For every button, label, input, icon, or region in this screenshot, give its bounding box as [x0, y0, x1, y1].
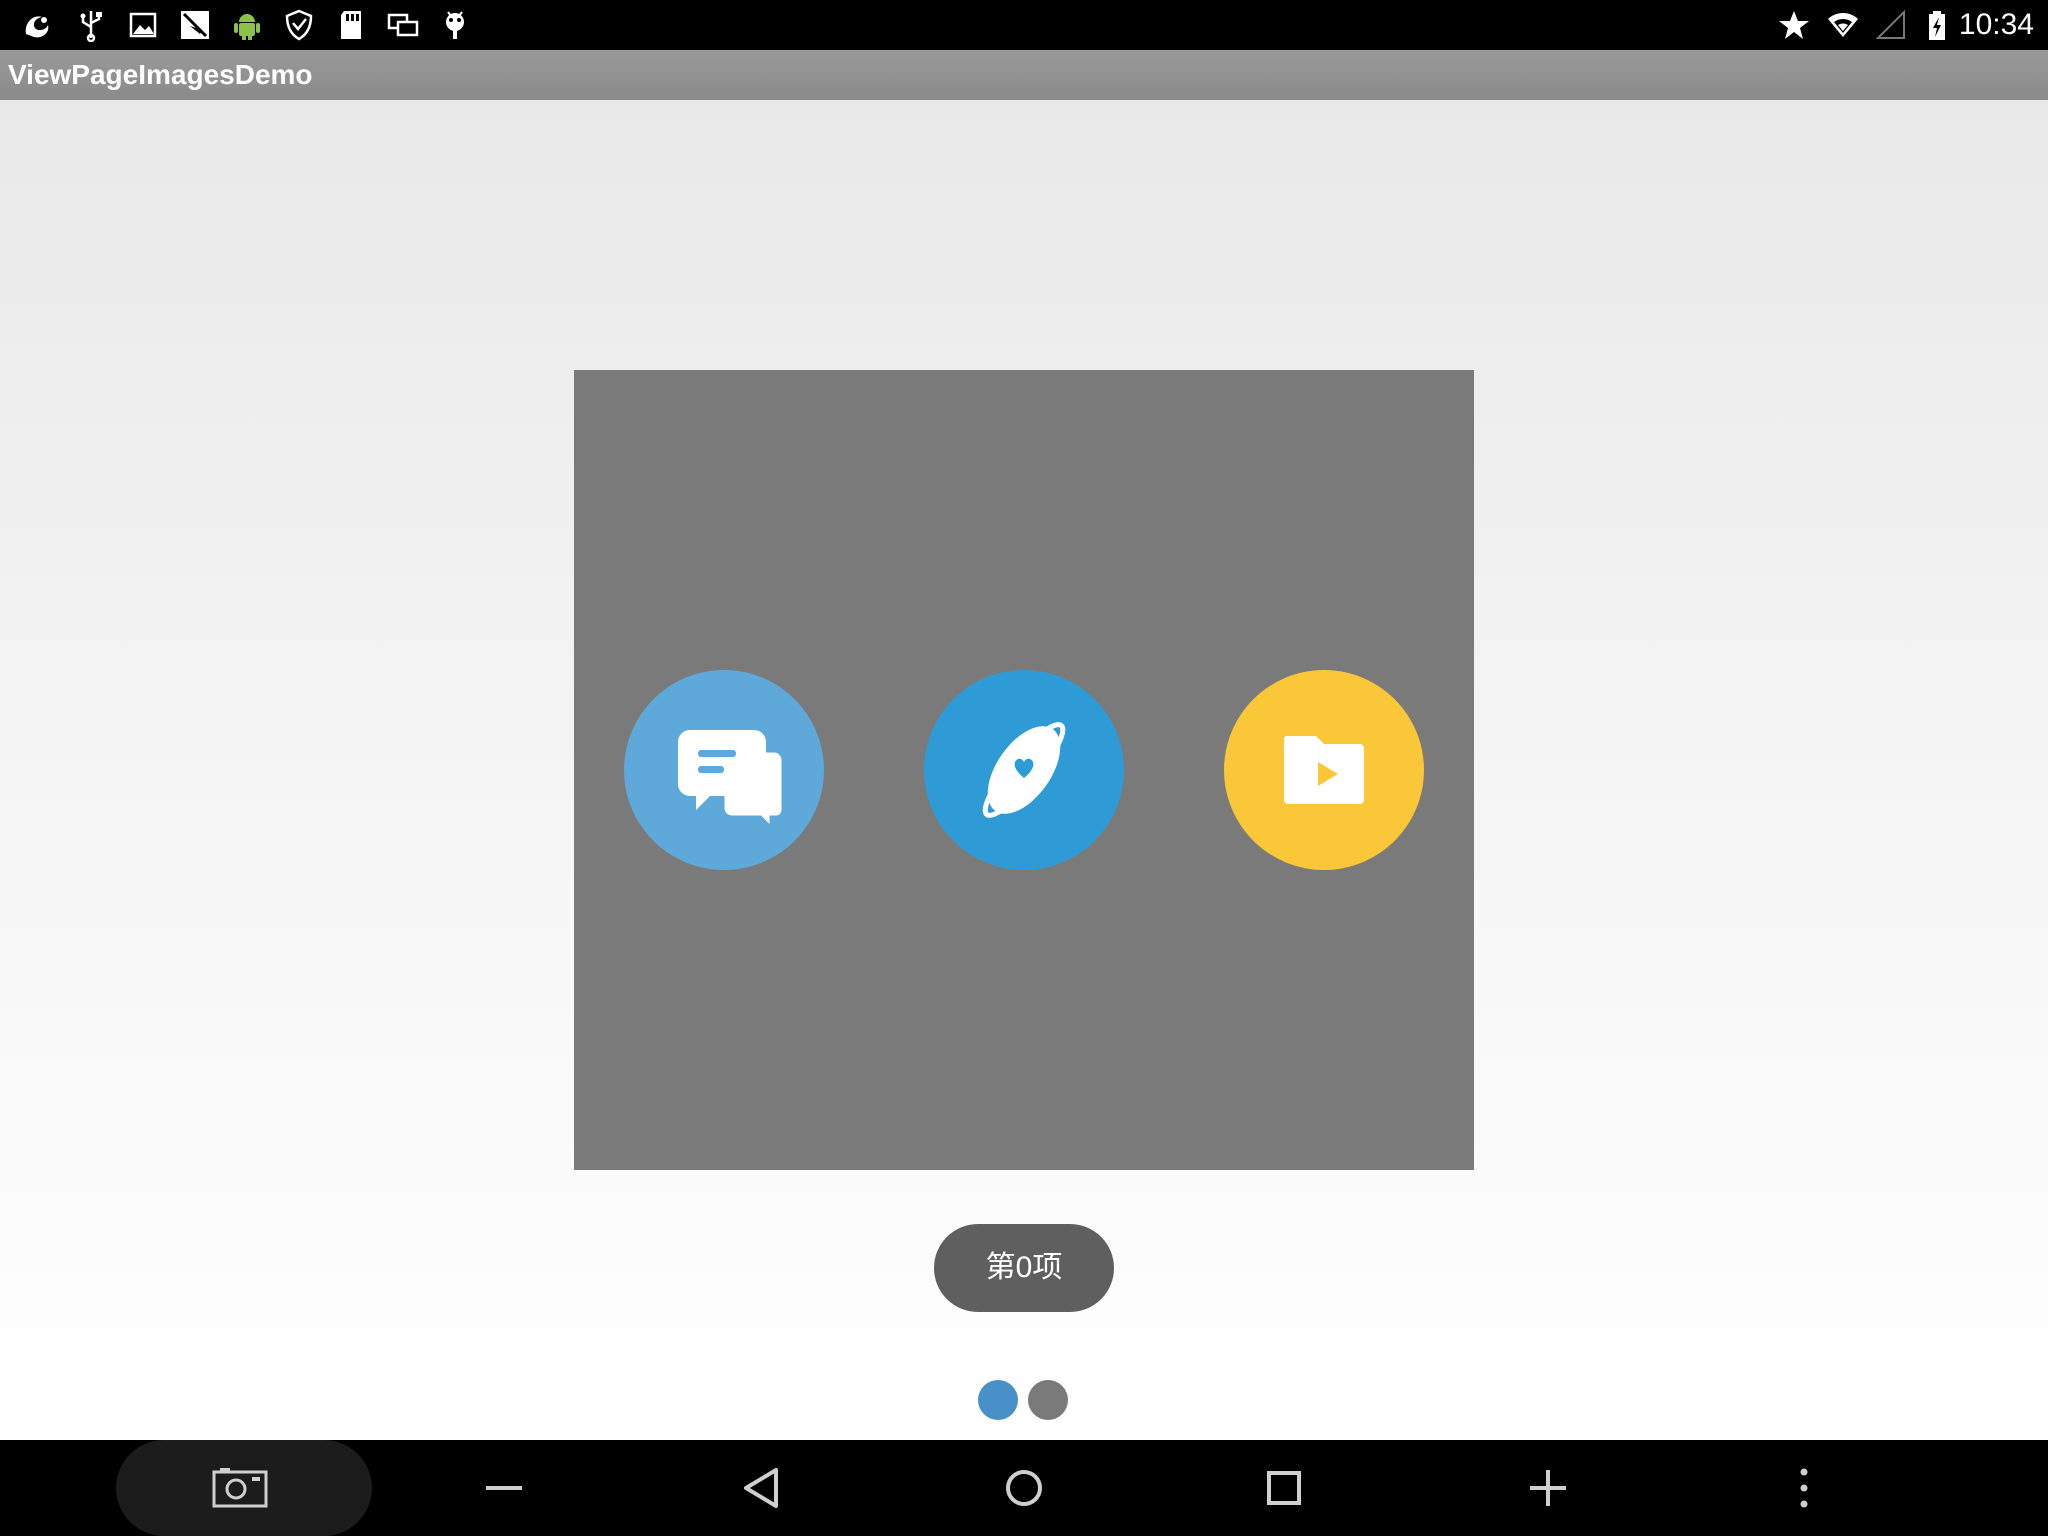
no-sim-icon — [178, 8, 212, 42]
back-icon[interactable] — [736, 1460, 792, 1516]
battery-charging-icon — [1920, 8, 1954, 42]
wifi-icon — [1826, 8, 1860, 42]
status-bar: 10:34 — [0, 0, 2048, 50]
orbit-heart-icon — [982, 722, 1066, 818]
page-indicator-dot[interactable] — [1028, 1380, 1068, 1420]
menu-icon[interactable] — [1776, 1460, 1832, 1516]
sd-card-icon — [334, 8, 368, 42]
chat-bubbles-icon — [678, 730, 787, 837]
usb-icon — [74, 8, 108, 42]
app-title: ViewPageImagesDemo — [8, 59, 313, 90]
page-indicator-dot-active[interactable] — [978, 1380, 1018, 1420]
orbit-app-item[interactable] — [924, 670, 1124, 870]
recents-icon[interactable] — [1256, 1460, 1312, 1516]
screenshot-icon — [212, 1460, 268, 1516]
android-icon — [230, 8, 264, 42]
video-app-item[interactable] — [1224, 670, 1424, 870]
image-pager[interactable] — [574, 370, 1474, 1170]
volume-up-icon[interactable] — [1520, 1460, 1576, 1516]
screenshot-button[interactable] — [116, 1440, 372, 1536]
navigation-bar — [0, 1440, 2048, 1536]
toast-message: 第0项 — [934, 1224, 1114, 1312]
signal-icon — [1874, 8, 1908, 42]
action-bar: ViewPageImagesDemo — [0, 50, 2048, 100]
windows-icon — [386, 8, 420, 42]
image-icon — [126, 8, 160, 42]
home-icon[interactable] — [996, 1460, 1052, 1516]
debug-icon — [438, 8, 472, 42]
video-folder-icon — [1283, 736, 1364, 804]
shield-icon — [282, 8, 316, 42]
volume-down-icon[interactable] — [476, 1460, 532, 1516]
chat-app-item[interactable] — [624, 670, 824, 870]
uc-browser-icon — [20, 8, 54, 42]
content-area: 第0项 — [0, 100, 2048, 1440]
star-icon — [1777, 8, 1811, 42]
clock: 10:34 — [1958, 8, 2034, 41]
